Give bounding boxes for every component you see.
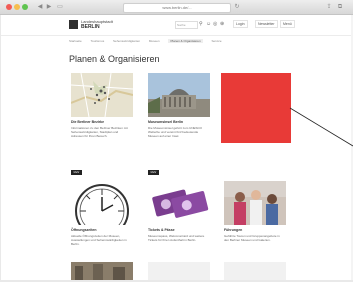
browser-window: ◀ ▶ ▭ www.berlin.de/... ↻ ⇪ ⧉ Landeshaup… [0, 0, 353, 282]
annotation-pointer-line [289, 107, 353, 147]
